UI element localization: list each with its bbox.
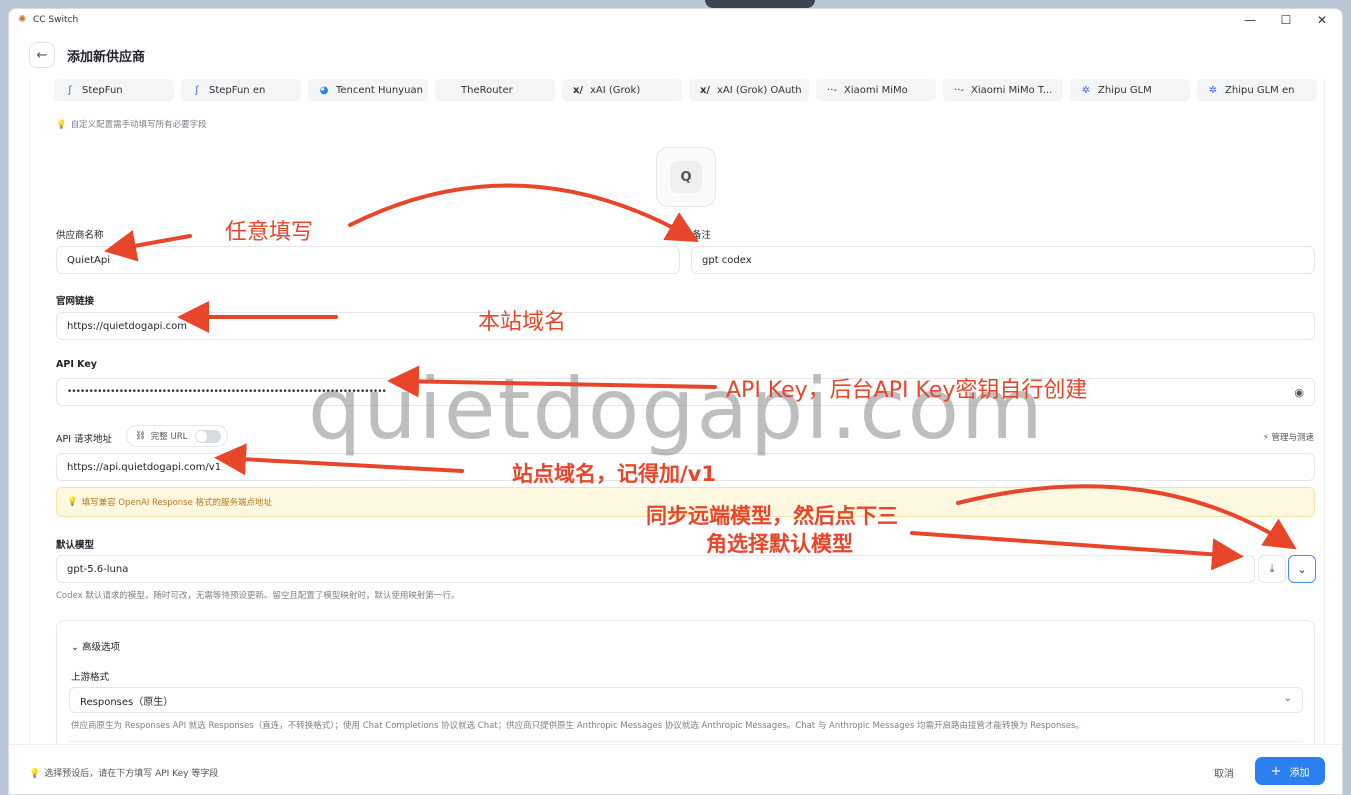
eye-icon[interactable]: ◉ bbox=[1294, 386, 1304, 399]
minimize-icon[interactable]: — bbox=[1232, 9, 1268, 31]
provider-name-input[interactable]: QuietApi bbox=[56, 246, 680, 274]
xai-icon: x/ bbox=[699, 84, 711, 96]
advanced-options-panel: ⌄ 高级选项 上游格式 Responses（原生） ⌄ 供应商原生为 Respo… bbox=[56, 620, 1315, 744]
note-input[interactable]: gpt codex bbox=[691, 246, 1315, 274]
chevron-down-icon: ⌄ bbox=[71, 642, 79, 653]
bolt-icon: ⚡ bbox=[1262, 433, 1269, 443]
form-scroll-area[interactable]: ʃ StepFun ʃ StepFun en ◕ Tencent Hunyuan Th… bbox=[29, 79, 1325, 744]
stepfun-icon: ʃ bbox=[68, 84, 72, 96]
maximize-icon[interactable]: ☐ bbox=[1268, 9, 1304, 31]
lightbulb-icon: 💡 bbox=[29, 769, 41, 779]
advanced-options-toggle[interactable]: ⌄ 高级选项 bbox=[71, 639, 120, 653]
provider-logo-picker[interactable]: Q bbox=[656, 147, 716, 207]
default-model-help: Codex 默认请求的模型，随时可改，无需等待预设更新。留空且配置了模型映射时，… bbox=[56, 591, 460, 601]
preset-xiaomi-mimo[interactable]: ··- Xiaomi MiMo bbox=[816, 79, 936, 101]
preset-therouter[interactable]: TheRouter bbox=[435, 79, 555, 101]
upstream-format-help: 供应商原生为 Responses API 就选 Responses（直连，不转换… bbox=[71, 721, 1084, 731]
preset-stepfun-en[interactable]: ʃ StepFun en bbox=[181, 79, 301, 101]
preset-stepfun[interactable]: ʃ StepFun bbox=[54, 79, 174, 101]
mimo-icon: ··- bbox=[827, 84, 837, 96]
preset-list: ʃ StepFun ʃ StepFun en ◕ Tencent Hunyuan Th… bbox=[54, 79, 1317, 101]
preset-xiaomi-mimo-t[interactable]: ··- Xiaomi MiMo T... bbox=[943, 79, 1063, 101]
download-icon: ⤓ bbox=[1269, 562, 1275, 575]
zhipu-icon: ✲ bbox=[1081, 84, 1091, 96]
close-icon[interactable]: ✕ bbox=[1304, 9, 1340, 31]
plus-icon: + bbox=[1270, 763, 1282, 779]
api-key-input[interactable]: ••••••••••••••••••••••••••••••••••••••••… bbox=[56, 378, 1315, 406]
website-label: 官网链接 bbox=[56, 296, 95, 307]
lightbulb-icon: 💡 bbox=[67, 497, 78, 507]
lightbulb-icon: 💡 bbox=[56, 120, 67, 130]
provider-name-label: 供应商名称 bbox=[56, 230, 104, 241]
full-url-toggle[interactable]: ⛓ 完整 URL bbox=[126, 425, 228, 447]
api-key-label: API Key bbox=[56, 359, 97, 370]
hunyuan-icon: ◕ bbox=[319, 84, 329, 96]
full-url-switch[interactable] bbox=[195, 430, 221, 443]
divider bbox=[69, 741, 1303, 742]
preset-xai-grok[interactable]: x/xAI (Grok) bbox=[562, 79, 682, 101]
cancel-button[interactable]: 取消 bbox=[1214, 765, 1234, 780]
title-bar: ✺ CC Switch — ☐ ✕ bbox=[9, 9, 1342, 31]
add-button[interactable]: + 添加 bbox=[1255, 757, 1325, 785]
link-icon: ⛓ bbox=[135, 431, 146, 441]
model-dropdown-button[interactable]: ⌄ bbox=[1288, 555, 1316, 583]
preset-tencent-hunyuan[interactable]: ◕ Tencent Hunyuan bbox=[308, 79, 428, 101]
provider-logo: Q bbox=[670, 161, 702, 193]
zhipu-icon: ✲ bbox=[1208, 84, 1218, 96]
xai-icon: x/ bbox=[572, 84, 584, 96]
preset-xai-grok-oauth[interactable]: x/xAI (Grok) OAuth bbox=[689, 79, 809, 101]
page-header: ← 添加新供应商 bbox=[9, 31, 1342, 79]
footer-bar: 💡 选择预设后，请在下方填写 API Key 等字段 取消 + 添加 bbox=[9, 744, 1342, 794]
default-model-input[interactable]: gpt-5.6-luna bbox=[56, 555, 1255, 583]
custom-config-hint: 💡 自定义配置需手动填写所有必要字段 bbox=[56, 120, 207, 130]
screen-notch bbox=[705, 0, 815, 8]
default-model-label: 默认模型 bbox=[56, 540, 95, 551]
website-input[interactable]: https://quietdogapi.com bbox=[56, 312, 1315, 340]
page-title: 添加新供应商 bbox=[67, 49, 146, 65]
back-button[interactable]: ← bbox=[29, 42, 55, 68]
preset-zhipu-glm[interactable]: ✲ Zhipu GLM bbox=[1070, 79, 1190, 101]
upstream-format-label: 上游格式 bbox=[71, 672, 110, 683]
app-logo-icon: ✺ bbox=[18, 14, 27, 25]
footer-hint: 💡 选择预设后，请在下方填写 API Key 等字段 bbox=[29, 769, 219, 779]
note-label: 备注 bbox=[692, 230, 712, 241]
mimo-icon: ··- bbox=[954, 84, 964, 96]
manage-speedtest-link[interactable]: ⚡ 管理与测速 bbox=[1263, 431, 1314, 443]
upstream-format-select[interactable]: Responses（原生） ⌄ bbox=[69, 687, 1303, 713]
preset-zhipu-glm-en[interactable]: ✲ Zhipu GLM en bbox=[1197, 79, 1317, 101]
chevron-down-icon: ⌄ bbox=[1283, 693, 1292, 704]
arrow-left-icon: ← bbox=[36, 47, 48, 63]
window-title: CC Switch bbox=[33, 15, 79, 25]
endpoint-warning: 💡 填写兼容 OpenAI Response 格式的服务端点地址 bbox=[56, 487, 1315, 517]
endpoint-label: API 请求地址 bbox=[56, 434, 113, 445]
sync-models-button[interactable]: ⤓ bbox=[1258, 555, 1286, 583]
stepfun-icon: ʃ bbox=[195, 84, 199, 96]
endpoint-input[interactable]: https://api.quietdogapi.com/v1 bbox=[56, 453, 1315, 481]
chevron-down-icon: ⌄ bbox=[1297, 562, 1307, 576]
app-window: ✺ CC Switch — ☐ ✕ ← 添加新供应商 ʃ StepFun ʃ Ste… bbox=[8, 8, 1343, 795]
